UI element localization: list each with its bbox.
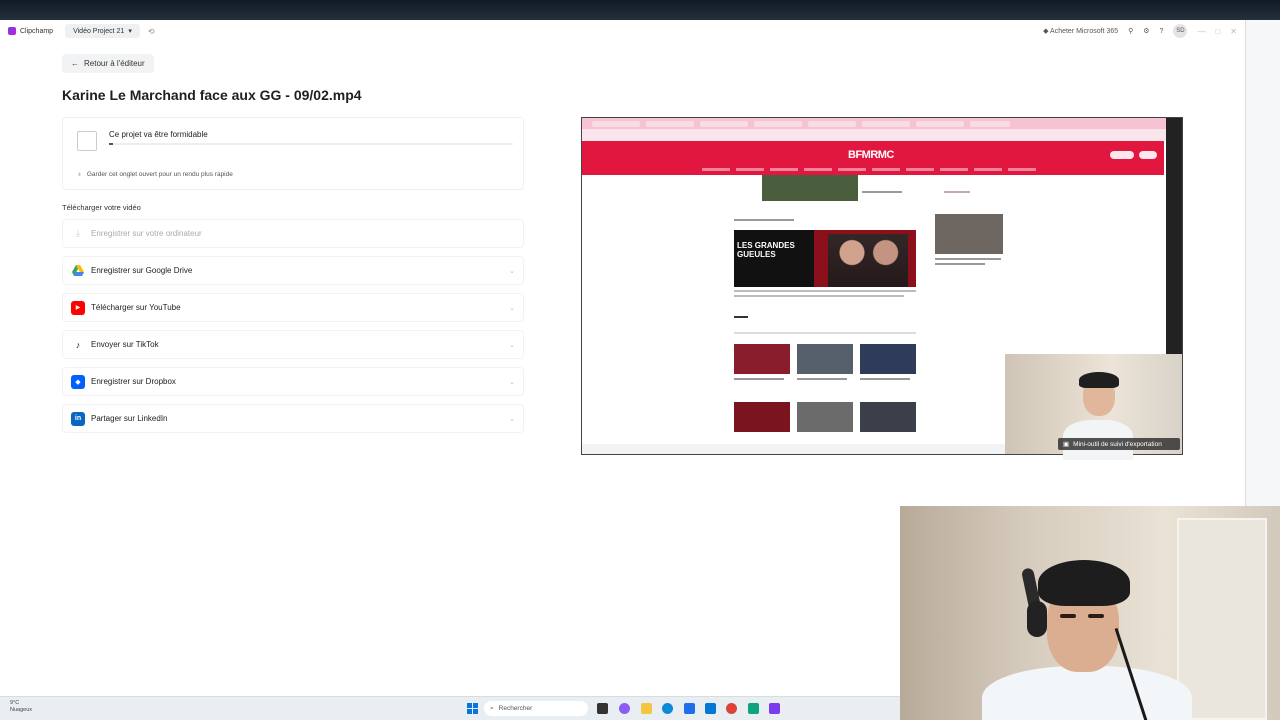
tip-text: Garder cet onglet ouvert pour un rendu p… bbox=[86, 171, 233, 178]
help-icon[interactable]: ? bbox=[1160, 28, 1164, 35]
upload-to-youtube-button[interactable]: ▶ Télécharger sur YouTube ⌄ bbox=[62, 293, 524, 322]
linkedin-icon: in bbox=[71, 411, 85, 426]
save-to-computer-button[interactable]: ⤓ Enregistrer sur votre ordinateur bbox=[62, 219, 524, 248]
chevron-down-icon: ⌄ bbox=[509, 415, 515, 423]
search-icon: ⌕ bbox=[490, 704, 494, 712]
back-label: Retour à l'éditeur bbox=[84, 59, 145, 68]
app-icon[interactable] bbox=[748, 703, 759, 714]
buy-microsoft-365-link[interactable]: ◆ Acheter Microsoft 365 bbox=[1043, 27, 1118, 35]
export-progress-card: Ce projet va être formidable ♁ Garder ce… bbox=[62, 117, 524, 190]
sync-icon[interactable]: ⟲ bbox=[148, 27, 155, 36]
taskbar-search[interactable]: ⌕ Rechercher bbox=[484, 701, 588, 716]
mini-tool-label: Mini-outil de suivi d'exportation bbox=[1073, 440, 1162, 448]
chevron-down-icon: ⌄ bbox=[509, 341, 515, 349]
webcam-overlay bbox=[900, 506, 1280, 720]
preview-thumbnail bbox=[762, 175, 858, 201]
option-label: Enregistrer sur votre ordinateur bbox=[91, 229, 202, 238]
option-label: Enregistrer sur Dropbox bbox=[91, 377, 176, 386]
chrome-icon[interactable] bbox=[726, 703, 737, 714]
preview-browser-tabs bbox=[582, 118, 1168, 129]
chevron-down-icon: ⌄ bbox=[509, 267, 515, 275]
maximize-icon[interactable]: □ bbox=[1215, 27, 1220, 36]
picture-in-picture-icon: ▣ bbox=[1063, 441, 1070, 448]
send-to-tiktok-button[interactable]: ♪ Envoyer sur TikTok ⌄ bbox=[62, 330, 524, 359]
tip: ♁ Garder cet onglet ouvert pour un rendu… bbox=[77, 171, 233, 178]
clipchamp-window-lower bbox=[0, 506, 900, 696]
thumbnail-placeholder bbox=[77, 131, 97, 151]
preview-site-header: BFMRMC bbox=[582, 141, 1164, 175]
youtube-icon: ▶ bbox=[71, 300, 85, 315]
export-mini-tool-button[interactable]: ▣ Mini-outil de suivi d'exportation bbox=[1058, 438, 1180, 450]
progress-fill bbox=[109, 143, 114, 145]
share-icon[interactable]: ⚲ bbox=[1128, 27, 1133, 35]
back-to-editor-button[interactable]: ← Retour à l'éditeur bbox=[62, 54, 154, 73]
chevron-down-icon: ⌄ bbox=[509, 378, 515, 386]
close-icon[interactable]: ✕ bbox=[1230, 27, 1237, 36]
google-drive-icon bbox=[71, 264, 85, 278]
minimize-icon[interactable]: — bbox=[1197, 27, 1205, 36]
clipchamp-logo-icon bbox=[8, 27, 16, 35]
file-explorer-icon[interactable] bbox=[641, 703, 652, 714]
edge-icon[interactable] bbox=[662, 703, 673, 714]
store-icon[interactable] bbox=[684, 703, 695, 714]
app-name: Clipchamp bbox=[20, 27, 54, 35]
weather-condition: Nuageux bbox=[10, 707, 33, 713]
project-name: Vidéo Project 21 bbox=[73, 27, 125, 35]
arrow-left-icon: ← bbox=[71, 59, 79, 68]
task-view-icon[interactable] bbox=[597, 703, 608, 714]
share-on-linkedin-button[interactable]: in Partager sur LinkedIn ⌄ bbox=[62, 404, 524, 433]
lightbulb-icon: ♁ bbox=[77, 171, 82, 178]
option-label: Télécharger sur YouTube bbox=[91, 303, 181, 312]
desktop-background bbox=[0, 0, 1280, 20]
dropbox-icon: ◆ bbox=[71, 374, 85, 389]
project-selector[interactable]: Vidéo Project 21 ▾ bbox=[65, 24, 140, 38]
preview-address-bar bbox=[582, 129, 1168, 141]
option-label: Enregistrer sur Google Drive bbox=[91, 266, 193, 275]
save-to-dropbox-button[interactable]: ◆ Enregistrer sur Dropbox ⌄ bbox=[62, 367, 524, 396]
preview-side-thumbnail bbox=[935, 214, 1003, 254]
copilot-icon[interactable] bbox=[619, 703, 630, 714]
gear-icon[interactable]: ⚙ bbox=[1143, 27, 1149, 35]
tiktok-icon: ♪ bbox=[75, 339, 81, 350]
download-icon: ⤓ bbox=[76, 228, 80, 238]
clipchamp-taskbar-icon[interactable] bbox=[769, 703, 780, 714]
chevron-down-icon: ⌄ bbox=[509, 304, 515, 312]
progress-bar bbox=[109, 143, 513, 145]
download-heading: Télécharger votre vidéo bbox=[62, 203, 141, 212]
option-label: Partager sur LinkedIn bbox=[91, 414, 168, 423]
preview-headline-text: LES GRANDES GUEULES bbox=[737, 241, 795, 259]
save-to-google-drive-button[interactable]: Enregistrer sur Google Drive ⌄ bbox=[62, 256, 524, 285]
option-label: Envoyer sur TikTok bbox=[91, 340, 159, 349]
chevron-down-icon: ▾ bbox=[128, 28, 132, 35]
desktop-right-edge bbox=[1246, 20, 1280, 506]
preview-site-nav bbox=[702, 168, 1042, 171]
progress-message: Ce projet va être formidable bbox=[109, 130, 208, 139]
title-bar: Clipchamp Vidéo Project 21 ▾ ⟲ ◆ Acheter… bbox=[0, 20, 1245, 42]
temperature: 9°C bbox=[10, 700, 20, 706]
preview-site-logo: BFMRMC bbox=[848, 149, 894, 161]
search-placeholder: Rechercher bbox=[498, 705, 533, 712]
windows-taskbar: 9°C Nuageux ⌕ Rechercher bbox=[0, 696, 900, 720]
page-title: Karine Le Marchand face aux GG - 09/02.m… bbox=[62, 87, 362, 103]
buy-label: Acheter Microsoft 365 bbox=[1050, 28, 1119, 35]
clipchamp-window: Clipchamp Vidéo Project 21 ▾ ⟲ ◆ Acheter… bbox=[0, 20, 1246, 506]
mail-icon[interactable] bbox=[705, 703, 716, 714]
avatar[interactable]: SD bbox=[1173, 24, 1188, 38]
weather-widget[interactable]: 9°C Nuageux bbox=[10, 700, 32, 714]
windows-start-icon[interactable] bbox=[467, 703, 478, 714]
preview-headline-image: LES GRANDES GUEULES bbox=[734, 230, 916, 287]
